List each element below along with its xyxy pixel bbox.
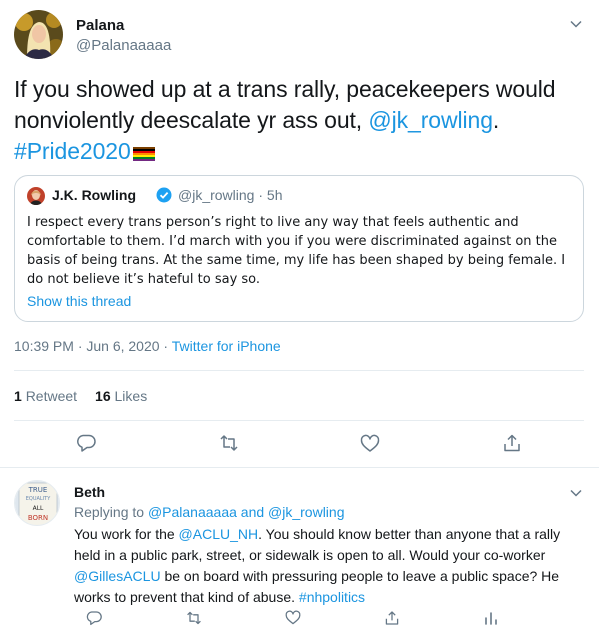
tweet-text-end: . xyxy=(492,107,500,133)
replying-to-and: and xyxy=(236,504,269,520)
replying-to: Replying to @Palanaaaaa and @jk_rowling xyxy=(74,504,345,520)
quote-author-name[interactable]: J.K. Rowling xyxy=(52,187,136,203)
verified-badge-icon xyxy=(156,187,172,203)
replying-to-mention[interactable]: @jk_rowling xyxy=(268,504,344,520)
replying-to-mention[interactable]: @Palanaaaaa xyxy=(148,504,237,520)
meta-separator: · xyxy=(159,338,172,354)
retweet-icon[interactable] xyxy=(186,610,202,626)
avatar-sign-line: TRUE xyxy=(28,486,48,494)
divider xyxy=(14,420,584,421)
quote-text: I respect every trans person’s right to … xyxy=(27,215,566,287)
chevron-down-icon[interactable] xyxy=(569,486,583,500)
reply-author-avatar[interactable]: TRUE EQUALITY ALL BORN xyxy=(14,480,60,526)
share-icon[interactable] xyxy=(384,610,400,626)
chevron-down-icon[interactable] xyxy=(569,17,583,31)
avatar-sign-line: ALL xyxy=(33,505,44,512)
quote-time: · 5h xyxy=(258,187,283,203)
reply-tweet[interactable]: TRUE EQUALITY ALL BORN Beth Replying to … xyxy=(0,468,599,640)
replying-to-label: Replying to xyxy=(74,504,148,520)
like-icon[interactable] xyxy=(360,434,380,454)
divider xyxy=(14,370,584,371)
reply-icon[interactable] xyxy=(86,610,102,626)
share-icon[interactable] xyxy=(502,433,522,453)
likes-count: 16 xyxy=(95,388,111,404)
tweet-meta: 10:39 PM · Jun 6, 2020 · Twitter for iPh… xyxy=(14,338,281,354)
retweet-icon[interactable] xyxy=(219,433,239,453)
reply-icon[interactable] xyxy=(76,433,96,453)
avatar-sign-line: EQUALITY xyxy=(26,496,51,502)
tweet-stats: 1 Retweet 16 Likes xyxy=(14,388,147,404)
mention-link[interactable]: @jk_rowling xyxy=(368,107,493,133)
author-name[interactable]: Palana xyxy=(76,17,124,34)
retweet-count: 1 xyxy=(14,388,22,404)
main-tweet: Palana @Palanaaaaa If you showed up at a… xyxy=(0,0,599,468)
author-handle[interactable]: @Palanaaaaa xyxy=(76,37,171,54)
reply-text: You work for the @ACLU_NH. You should kn… xyxy=(74,524,584,608)
like-icon[interactable] xyxy=(285,610,301,626)
mention-link[interactable]: @ACLU_NH xyxy=(179,526,259,542)
analytics-icon[interactable] xyxy=(483,610,499,626)
tweet-timestamp[interactable]: 10:39 PM · Jun 6, 2020 xyxy=(14,338,160,354)
author-avatar[interactable] xyxy=(14,10,63,59)
retweet-stat[interactable]: 1 Retweet xyxy=(14,388,77,404)
likes-label: Likes xyxy=(114,388,148,404)
quoted-tweet[interactable]: J.K. Rowling @jk_rowling · 5h I respect … xyxy=(14,175,584,322)
hashtag-link[interactable]: #Pride2020 xyxy=(14,138,131,164)
quote-author-avatar[interactable] xyxy=(27,187,45,205)
rainbow-flag-icon xyxy=(132,138,155,161)
quote-author-handle: @jk_rowling · 5h xyxy=(178,187,282,203)
show-thread-link[interactable]: Show this thread xyxy=(27,293,131,309)
hashtag-link[interactable]: #nhpolitics xyxy=(299,589,365,605)
reply-author-name[interactable]: Beth xyxy=(74,484,105,500)
retweet-label: Retweet xyxy=(25,388,78,404)
likes-stat[interactable]: 16 Likes xyxy=(95,388,147,404)
quote-handle-text[interactable]: @jk_rowling xyxy=(178,187,254,203)
avatar-sign-line: BORN xyxy=(28,514,48,522)
mention-link[interactable]: @GillesACLU xyxy=(74,568,161,584)
tweet-source[interactable]: Twitter for iPhone xyxy=(172,338,281,354)
reply-text-body: You work for the xyxy=(74,526,179,542)
tweet-text: If you showed up at a trans rally, peace… xyxy=(14,74,584,167)
